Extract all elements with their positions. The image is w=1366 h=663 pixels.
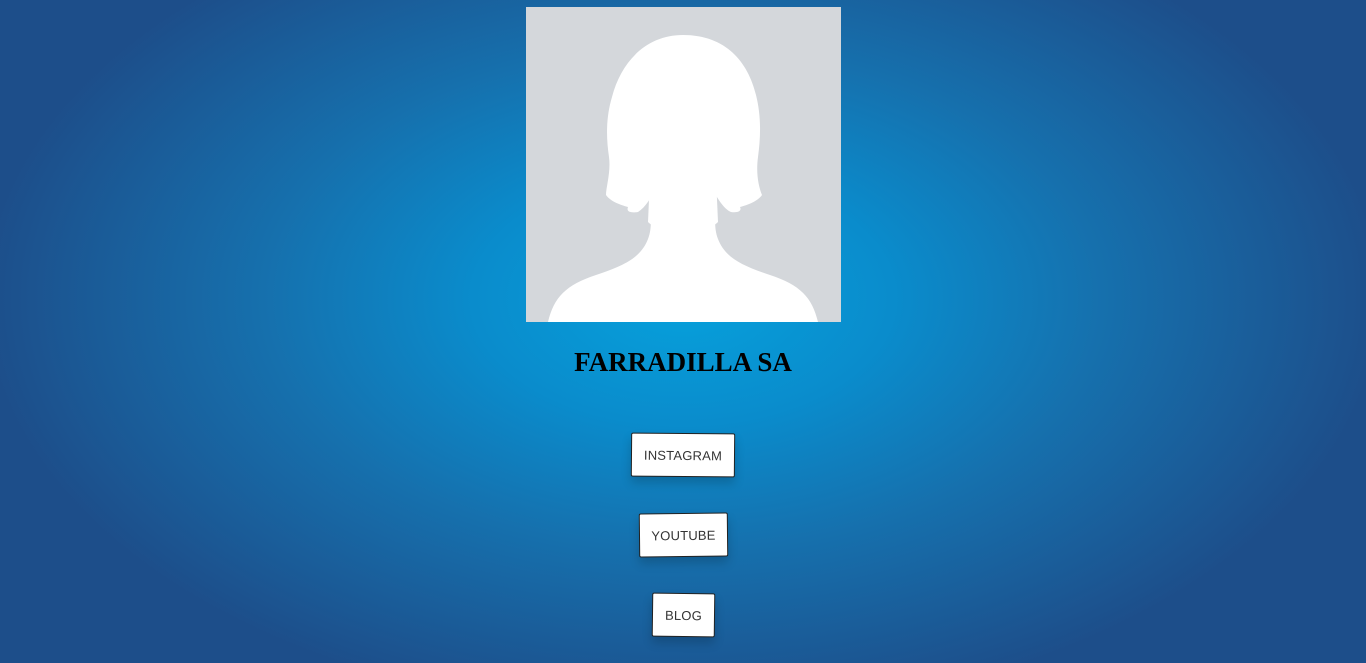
default-female-avatar-icon bbox=[548, 35, 818, 322]
profile-name: FARRADILLA SA bbox=[574, 347, 792, 377]
blog-button[interactable]: BLOG bbox=[651, 592, 716, 638]
profile-avatar bbox=[526, 7, 841, 322]
instagram-button[interactable]: INSTAGRAM bbox=[630, 432, 736, 478]
youtube-button[interactable]: YOUTUBE bbox=[638, 512, 729, 558]
